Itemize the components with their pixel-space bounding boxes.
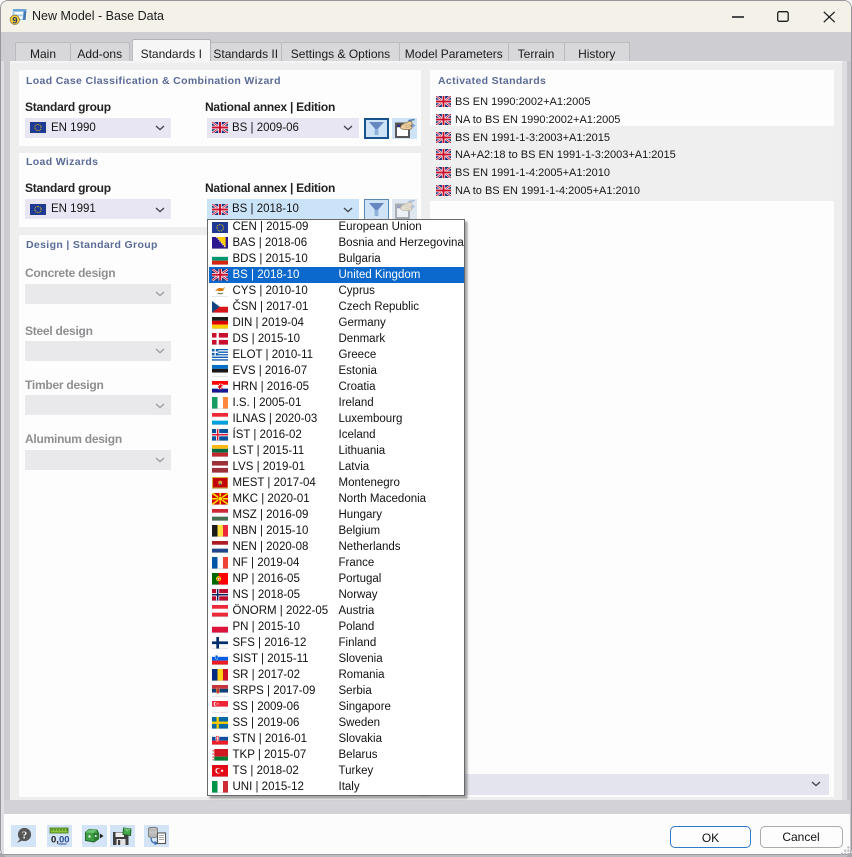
svg-text:?: ?	[21, 829, 27, 841]
svg-text:9: 9	[12, 15, 17, 26]
